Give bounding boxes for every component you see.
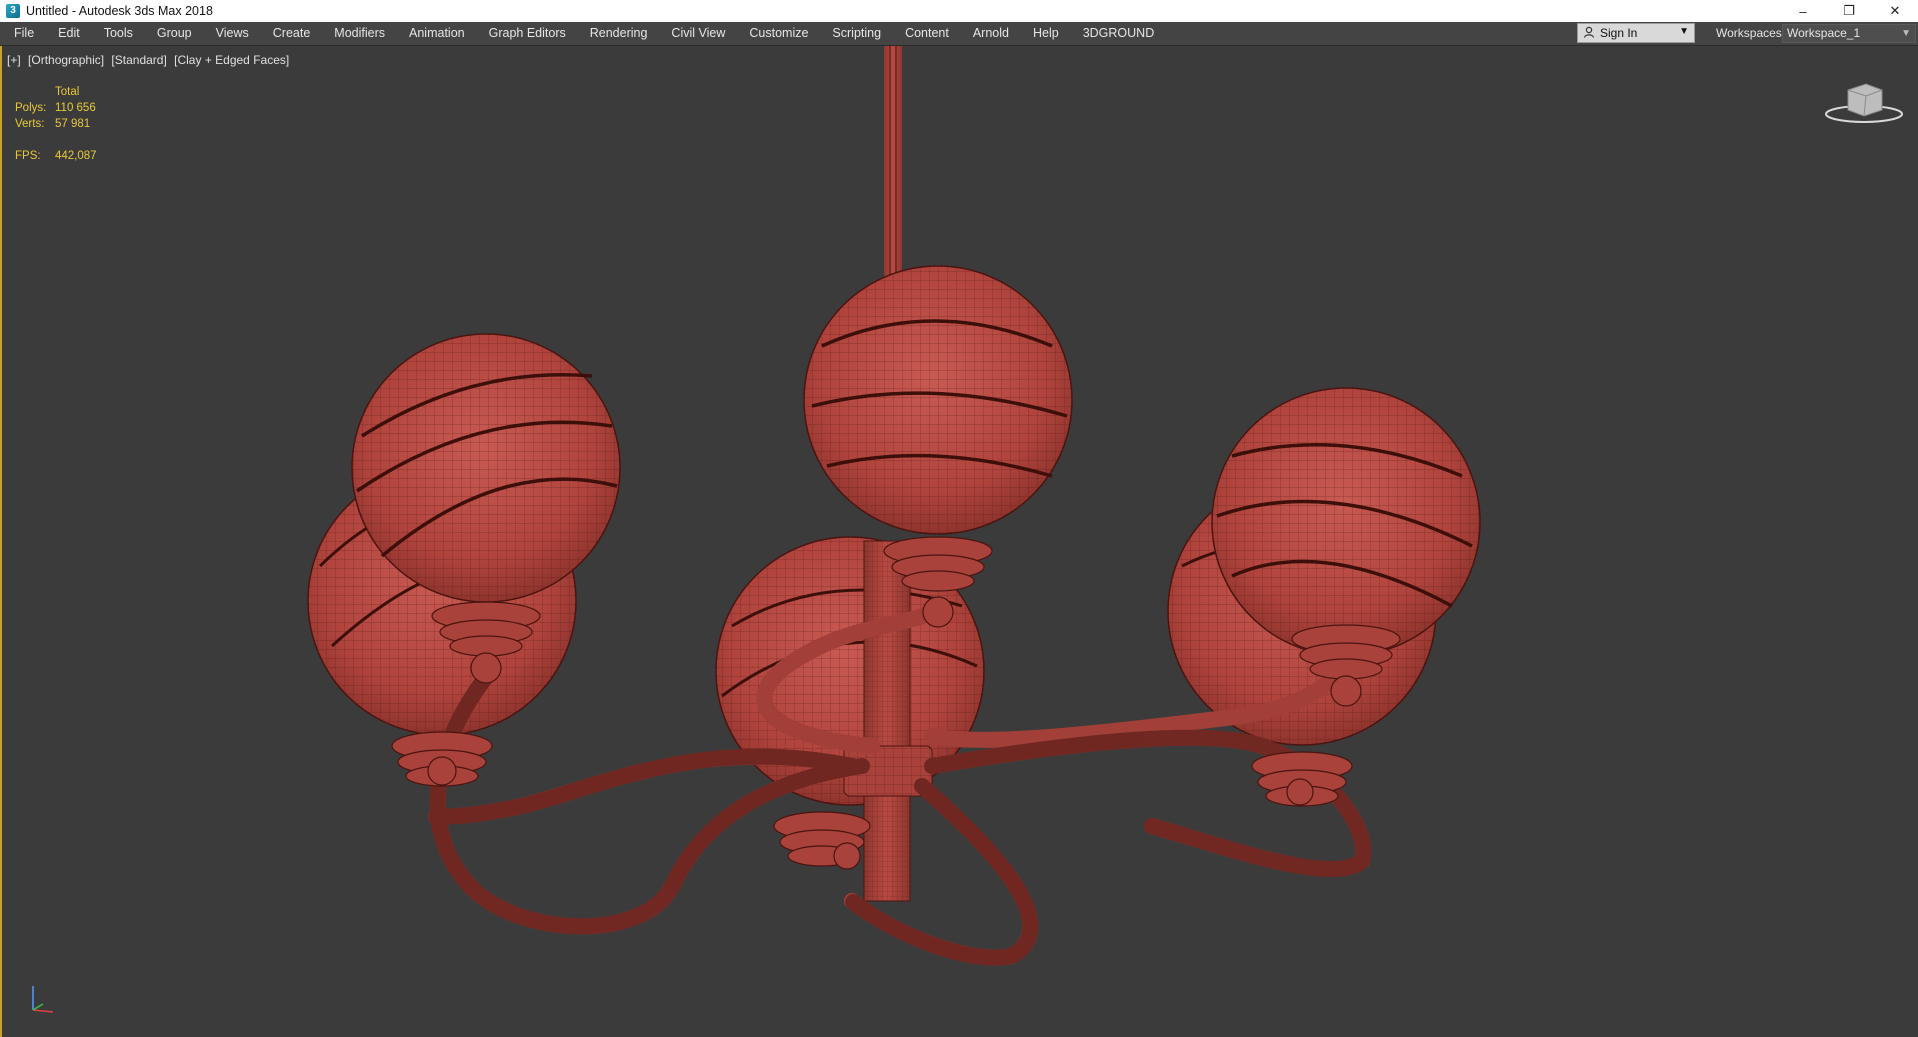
menu-bar: File Edit Tools Group Views Create Modif… — [0, 22, 1918, 46]
menu-arnold[interactable]: Arnold — [961, 22, 1021, 45]
globe-front-center — [803, 265, 1073, 535]
title-bar: 3 Untitled - Autodesk 3ds Max 2018 – ❐ ✕ — [0, 0, 1918, 22]
close-button[interactable]: ✕ — [1872, 0, 1918, 22]
menu-tools[interactable]: Tools — [92, 22, 145, 45]
sign-in-button[interactable]: Sign In ▼ — [1577, 23, 1695, 43]
menu-create[interactable]: Create — [261, 22, 323, 45]
minimize-button[interactable]: – — [1780, 0, 1826, 22]
workspace-value: Workspace_1 — [1787, 26, 1861, 40]
chevron-down-icon: ▼ — [1901, 28, 1911, 39]
menu-views[interactable]: Views — [204, 22, 261, 45]
window-controls: – ❐ ✕ — [1780, 0, 1918, 22]
ceiling-rod — [884, 46, 902, 276]
window-title: Untitled - Autodesk 3ds Max 2018 — [26, 4, 213, 18]
menu-edit[interactable]: Edit — [46, 22, 92, 45]
menu-civil-view[interactable]: Civil View — [659, 22, 737, 45]
menu-rendering[interactable]: Rendering — [578, 22, 660, 45]
workspace-select[interactable]: Workspace_1 ▼ — [1782, 24, 1916, 43]
globe-front-right — [1211, 387, 1481, 657]
chandelier-model[interactable] — [2, 46, 1916, 1037]
menu-group[interactable]: Group — [145, 22, 204, 45]
3dsmax-app-icon[interactable]: 3 — [6, 4, 20, 18]
menu-modifiers[interactable]: Modifiers — [322, 22, 397, 45]
menu-graph-editors[interactable]: Graph Editors — [477, 22, 578, 45]
menu-help[interactable]: Help — [1021, 22, 1071, 45]
sign-in-label: Sign In — [1600, 26, 1638, 40]
menu-customize[interactable]: Customize — [737, 22, 820, 45]
menu-file[interactable]: File — [0, 22, 46, 45]
menu-content[interactable]: Content — [893, 22, 961, 45]
restore-button[interactable]: ❐ — [1826, 0, 1872, 22]
globe-front-left — [351, 333, 621, 603]
chevron-down-icon: ▼ — [1679, 26, 1689, 37]
viewcube-widget[interactable] — [1824, 78, 1904, 131]
axis-tripod-icon — [27, 982, 61, 1019]
user-icon — [1578, 26, 1600, 41]
viewport-perspective[interactable]: [+] [Orthographic] [Standard] [Clay + Ed… — [0, 46, 1918, 1037]
workspaces-label: Workspaces: — [1716, 26, 1786, 40]
menu-3dground[interactable]: 3DGROUND — [1071, 22, 1167, 45]
menu-animation[interactable]: Animation — [397, 22, 477, 45]
menu-scripting[interactable]: Scripting — [820, 22, 893, 45]
